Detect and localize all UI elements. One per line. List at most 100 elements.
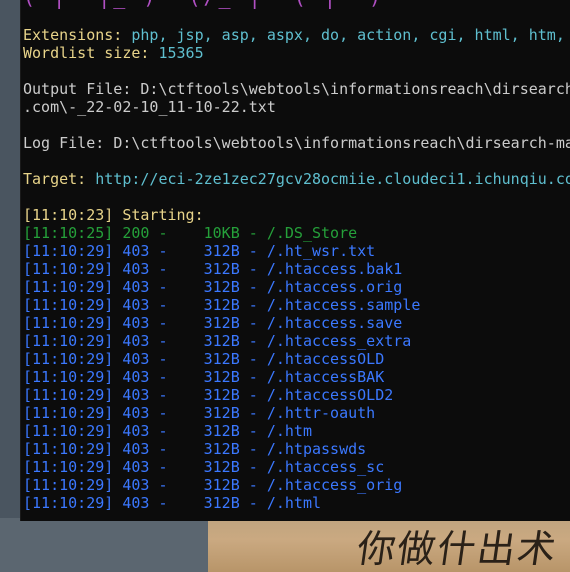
result-time: [11:10:29]	[23, 422, 114, 440]
log-file-value: D:\ctftools\webtools\informationsreach\d…	[113, 134, 570, 152]
output-file-label: Output File:	[23, 80, 132, 98]
extensions-value: php, jsp, asp, aspx, do, action, cgi, ht…	[131, 26, 565, 44]
output-file-continuation: .com\-_22-02-10_11-10-22.txt	[23, 98, 276, 116]
target-line: Target: http://eci-2ze1zec27gcv28ocmiie.…	[23, 170, 570, 188]
result-size: 312B	[203, 314, 240, 332]
result-path: /.htaccess.sample	[266, 296, 421, 314]
result-row: [11:10:25] 200 - 10KB - /.DS_Store	[23, 224, 358, 242]
result-row: [11:10:29] 403 - 312B - /.htaccessBAK	[23, 368, 385, 386]
result-path: /.html	[266, 494, 322, 512]
result-time: [11:10:29]	[23, 404, 114, 422]
result-path: /.htaccess_extra	[266, 332, 412, 350]
result-size: 312B	[203, 242, 240, 260]
result-size: 10KB	[203, 224, 240, 242]
result-size: 312B	[203, 296, 240, 314]
result-path: /.httr-oauth	[266, 404, 376, 422]
result-size: 312B	[203, 386, 240, 404]
extensions-line: Extensions: php, jsp, asp, aspx, do, act…	[23, 26, 570, 44]
result-size: 312B	[203, 494, 240, 512]
result-code: 403	[122, 278, 150, 296]
result-size: 312B	[203, 476, 240, 494]
result-path: /.htm	[266, 422, 312, 440]
result-row: [11:10:29] 403 - 312B - /.htaccessOLD	[23, 350, 385, 368]
result-size: 312B	[203, 350, 240, 368]
result-size: 312B	[203, 260, 240, 278]
result-size: 312B	[203, 368, 240, 386]
result-code: 403	[122, 476, 150, 494]
result-path: /.htaccess.save	[266, 314, 403, 332]
result-code: 403	[122, 314, 150, 332]
result-row: [11:10:29] 403 - 312B - /.htaccess.save	[23, 314, 403, 332]
result-row: [11:10:29] 403 - 312B - /.htaccessOLD2	[23, 386, 394, 404]
starting-line: [11:10:23] Starting:	[23, 206, 204, 224]
terminal-window[interactable]: ( | |_ ) (/_ | ( | ) Extensions: php, js…	[20, 0, 570, 521]
result-time: [11:10:29]	[23, 458, 114, 476]
target-label: Target:	[23, 170, 87, 188]
desktop-background	[0, 518, 208, 572]
result-time: [11:10:29]	[23, 296, 114, 314]
result-size: 312B	[203, 440, 240, 458]
result-size: 312B	[203, 404, 240, 422]
result-code: 403	[122, 458, 150, 476]
result-path: /.ht_wsr.txt	[266, 242, 376, 260]
output-file-value: D:\ctftools\webtools\informationsreach\d…	[140, 80, 570, 98]
result-size: 312B	[203, 278, 240, 296]
result-code: 403	[122, 368, 150, 386]
dirsearch-banner: ( | |_ ) (/_ | ( | )	[23, 0, 570, 8]
result-row: [11:10:29] 403 - 312B - /.htaccess_sc	[23, 458, 385, 476]
result-time: [11:10:29]	[23, 386, 114, 404]
results-list: [11:10:25] 200 - 10KB - /.DS_Store [11:10…	[23, 224, 570, 512]
result-size: 312B	[203, 458, 240, 476]
result-time: [11:10:29]	[23, 278, 114, 296]
result-code: 403	[122, 350, 150, 368]
result-path: /.htaccess_orig	[266, 476, 403, 494]
result-path: /.DS_Store	[266, 224, 358, 242]
result-time: [11:10:25]	[23, 224, 114, 242]
result-code: 200	[122, 224, 150, 242]
result-code: 403	[122, 386, 150, 404]
result-row: [11:10:29] 403 - 312B - /.htaccess_extra	[23, 332, 412, 350]
desktop-wallpaper-photo: 你做什出术	[208, 518, 570, 572]
target-url: http://eci-2ze1zec27gcv28ocmiie.cloudeci…	[95, 170, 570, 188]
result-time: [11:10:29]	[23, 440, 114, 458]
result-row: [11:10:29] 403 - 312B - /.htpasswds	[23, 440, 367, 458]
result-time: [11:10:29]	[23, 350, 114, 368]
result-code: 403	[122, 296, 150, 314]
result-time: [11:10:29]	[23, 260, 114, 278]
result-time: [11:10:29]	[23, 494, 114, 512]
result-code: 403	[122, 494, 150, 512]
result-path: /.htaccess_sc	[266, 458, 385, 476]
log-file-line: Log File: D:\ctftools\webtools\informati…	[23, 134, 570, 152]
result-code: 403	[122, 332, 150, 350]
result-code: 403	[122, 404, 150, 422]
result-path: /.htaccessOLD2	[266, 386, 394, 404]
output-file-line: Output File: D:\ctftools\webtools\inform…	[23, 80, 570, 98]
result-path: /.htaccessBAK	[266, 368, 385, 386]
result-size: 312B	[203, 422, 240, 440]
result-code: 403	[122, 422, 150, 440]
result-row: [11:10:29] 403 - 312B - /.htaccess.sampl…	[23, 296, 421, 314]
result-row: [11:10:29] 403 - 312B - /.ht_wsr.txt	[23, 242, 376, 260]
result-row: [11:10:29] 403 - 312B - /.htaccess.bak1	[23, 260, 403, 278]
result-code: 403	[122, 242, 150, 260]
wordlist-label: Wordlist size:	[23, 44, 150, 62]
result-time: [11:10:29]	[23, 242, 114, 260]
result-code: 403	[122, 260, 150, 278]
result-row: [11:10:29] 403 - 312B - /.htaccess_orig	[23, 476, 403, 494]
log-file-label: Log File:	[23, 134, 105, 152]
result-time: [11:10:29]	[23, 368, 114, 386]
result-path: /.htaccess.orig	[266, 278, 403, 296]
wordlist-line: Wordlist size: 15365	[23, 44, 570, 62]
result-size: 312B	[203, 332, 240, 350]
terminal-output: ( | |_ ) (/_ | ( | ) Extensions: php, js…	[23, 0, 570, 512]
result-row: [11:10:29] 403 - 312B - /.html	[23, 494, 322, 512]
result-time: [11:10:29]	[23, 314, 114, 332]
extensions-label: Extensions:	[23, 26, 123, 44]
result-row: [11:10:29] 403 - 312B - /.httr-oauth	[23, 404, 376, 422]
wallpaper-handwriting: 你做什出术	[354, 527, 561, 571]
result-row: [11:10:29] 403 - 312B - /.htm	[23, 422, 312, 440]
result-path: /.htaccessOLD	[266, 350, 385, 368]
result-time: [11:10:29]	[23, 476, 114, 494]
result-time: [11:10:29]	[23, 332, 114, 350]
result-code: 403	[122, 440, 150, 458]
